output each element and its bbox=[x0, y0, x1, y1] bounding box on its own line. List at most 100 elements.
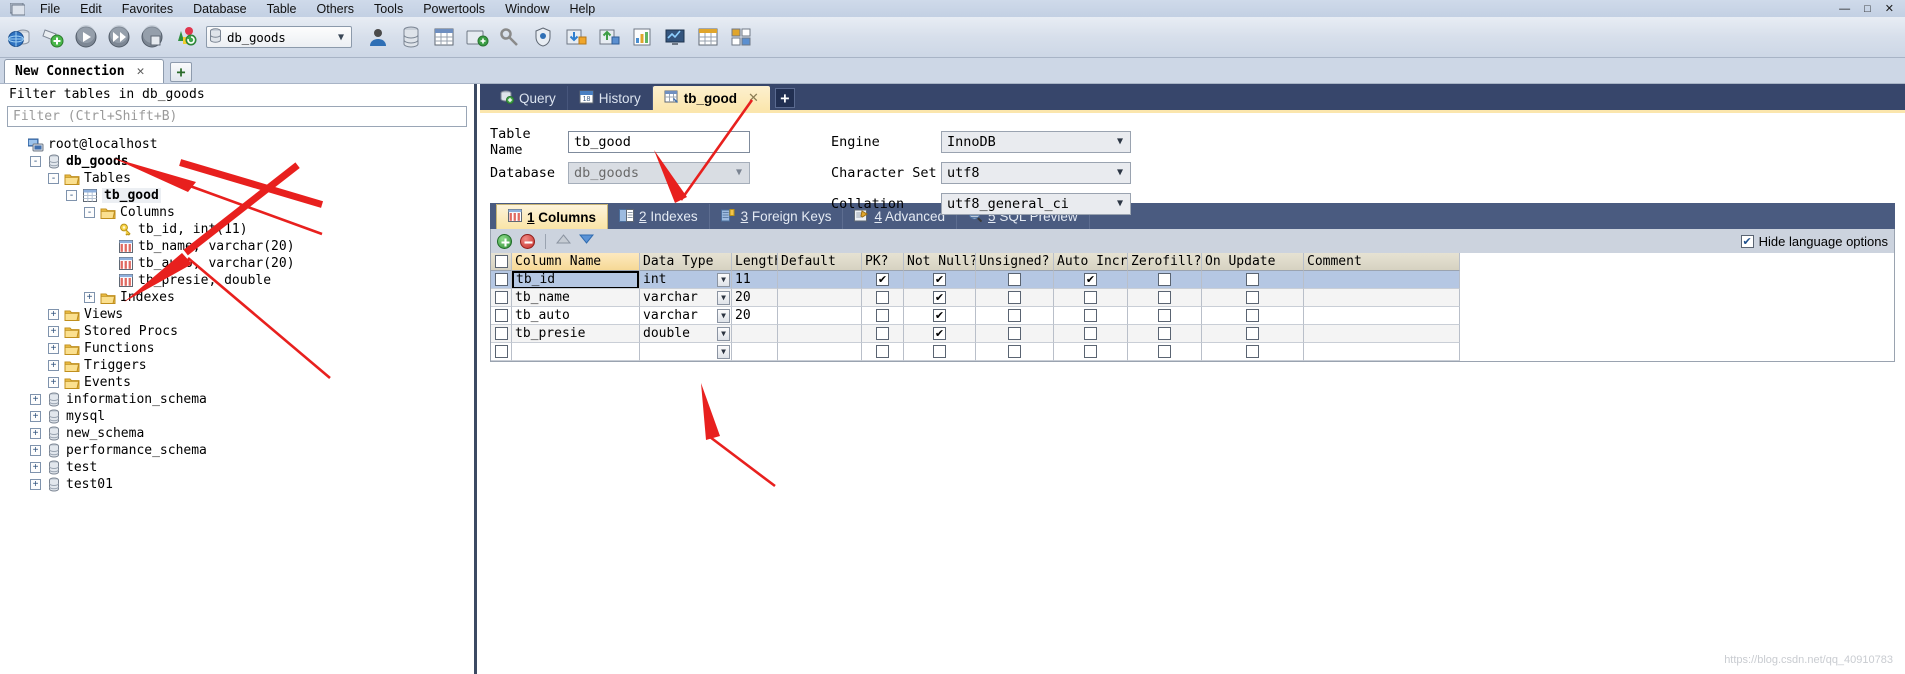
grid-cell-default[interactable] bbox=[778, 343, 862, 361]
grid-cell-data-type[interactable]: varchar ▼ bbox=[640, 289, 732, 307]
tree-expander[interactable]: + bbox=[48, 377, 59, 388]
export-icon[interactable] bbox=[593, 22, 624, 53]
row-checkbox[interactable] bbox=[494, 345, 508, 358]
grid-cell-checkbox[interactable] bbox=[1128, 271, 1202, 289]
grid-header-cell[interactable]: Default bbox=[778, 253, 862, 271]
database-select[interactable]: db_goods ▼ bbox=[568, 161, 750, 184]
grid-cell-column-name[interactable]: tb_name bbox=[512, 289, 640, 307]
tree-expander[interactable]: + bbox=[30, 445, 41, 456]
grid-cell-checkbox[interactable]: ✔ bbox=[904, 325, 976, 343]
row-checkbox[interactable] bbox=[1084, 345, 1097, 358]
tab-history[interactable]: 18 History bbox=[568, 86, 653, 110]
grid-header-cell[interactable]: On Update bbox=[1202, 253, 1304, 271]
menu-item-database[interactable]: Database bbox=[183, 1, 257, 17]
close-icon[interactable]: ✕ bbox=[137, 64, 145, 79]
refresh-objects-icon[interactable] bbox=[169, 22, 200, 53]
grid-cell-checkbox[interactable] bbox=[1128, 325, 1202, 343]
tree-expander[interactable]: + bbox=[30, 411, 41, 422]
grid-cell-checkbox[interactable] bbox=[1128, 307, 1202, 325]
chevron-down-icon[interactable]: ▼ bbox=[717, 272, 730, 287]
grid-cell-checkbox[interactable]: ✔ bbox=[904, 271, 976, 289]
tree-item[interactable]: - Tables bbox=[0, 170, 474, 187]
grid-row[interactable]: tb_presie double ▼ ✔ bbox=[491, 325, 1894, 343]
engine-select[interactable]: InnoDB ▼ bbox=[941, 130, 1131, 153]
grid-cell-checkbox[interactable] bbox=[904, 343, 976, 361]
grid-cell-comment[interactable] bbox=[1304, 325, 1460, 343]
tree-item[interactable]: + Views bbox=[0, 306, 474, 323]
grid-cell-data-type[interactable]: double ▼ bbox=[640, 325, 732, 343]
row-checkbox[interactable] bbox=[876, 309, 889, 322]
grid-cell-length[interactable]: 11 bbox=[732, 271, 778, 289]
row-checkbox[interactable] bbox=[1084, 291, 1097, 304]
row-checkbox[interactable] bbox=[494, 273, 508, 286]
row-checkbox[interactable] bbox=[933, 345, 946, 358]
tree-item[interactable]: + Functions bbox=[0, 340, 474, 357]
grid-row[interactable]: tb_id int ▼ 11 ✔ ✔ ✔ bbox=[491, 271, 1894, 289]
filter-input[interactable]: Filter (Ctrl+Shift+B) bbox=[7, 106, 467, 127]
grid-cell-checkbox[interactable] bbox=[1202, 343, 1304, 361]
grid-cell-length[interactable] bbox=[732, 325, 778, 343]
row-checkbox[interactable] bbox=[1158, 273, 1171, 286]
grid-cell-checkbox[interactable]: ✔ bbox=[904, 289, 976, 307]
grid-cell-comment[interactable] bbox=[1304, 307, 1460, 325]
stop-icon[interactable] bbox=[136, 22, 167, 53]
tree-expander[interactable]: - bbox=[66, 190, 77, 201]
tree-item[interactable]: + Triggers bbox=[0, 357, 474, 374]
tree-expander[interactable]: + bbox=[48, 343, 59, 354]
grid-cell-default[interactable] bbox=[778, 325, 862, 343]
tree-expander[interactable]: + bbox=[30, 394, 41, 405]
table-name-input[interactable]: tb_good bbox=[568, 130, 750, 153]
execute-icon[interactable] bbox=[70, 22, 101, 53]
grid-cell-checkbox[interactable] bbox=[1202, 271, 1304, 289]
menu-item-tools[interactable]: Tools bbox=[364, 1, 413, 17]
tree-item[interactable]: - tb_good bbox=[0, 187, 474, 204]
grid-cell-checkbox[interactable] bbox=[976, 325, 1054, 343]
tree-item[interactable]: root@localhost bbox=[0, 136, 474, 153]
tree-expander[interactable]: - bbox=[84, 207, 95, 218]
tree-expander[interactable]: + bbox=[30, 479, 41, 490]
grid-header-cell[interactable]: Not Null? bbox=[904, 253, 976, 271]
grid-view-icon[interactable] bbox=[692, 22, 723, 53]
grid-header-cell[interactable]: Column Name bbox=[512, 253, 640, 271]
grid-cell-column-name[interactable] bbox=[512, 343, 640, 361]
grid-header-cell[interactable]: Data Type bbox=[640, 253, 732, 271]
tree-expander[interactable]: + bbox=[48, 360, 59, 371]
row-checkbox[interactable]: ✔ bbox=[933, 309, 946, 322]
grid-cell-checkbox[interactable] bbox=[862, 289, 904, 307]
tree-item[interactable]: - Columns bbox=[0, 204, 474, 221]
grid-header-cell[interactable]: Auto Incr? bbox=[1054, 253, 1128, 271]
grid-cell-checkbox[interactable] bbox=[1202, 325, 1304, 343]
row-checkbox[interactable] bbox=[1158, 291, 1171, 304]
chevron-down-icon[interactable]: ▼ bbox=[717, 308, 730, 323]
grid-row[interactable]: tb_auto varchar ▼ 20 ✔ bbox=[491, 307, 1894, 325]
row-checkbox[interactable] bbox=[1008, 309, 1021, 322]
grid-cell-checkbox[interactable] bbox=[491, 307, 512, 325]
grid-cell-checkbox[interactable] bbox=[1202, 307, 1304, 325]
collation-select[interactable]: utf8_general_ci ▼ bbox=[941, 192, 1131, 215]
close-icon[interactable]: ✕ bbox=[748, 90, 759, 106]
grid-cell-data-type[interactable]: varchar ▼ bbox=[640, 307, 732, 325]
tree-item[interactable]: tb_auto, varchar(20) bbox=[0, 255, 474, 272]
tile-view-icon[interactable] bbox=[725, 22, 756, 53]
grid-header-cell[interactable]: Unsigned? bbox=[976, 253, 1054, 271]
grid-cell-column-name[interactable]: tb_auto bbox=[512, 307, 640, 325]
row-checkbox[interactable] bbox=[494, 327, 508, 340]
add-editor-tab-button[interactable]: + bbox=[774, 88, 795, 108]
grid-cell-checkbox[interactable] bbox=[976, 289, 1054, 307]
grid-cell-checkbox[interactable] bbox=[491, 343, 512, 361]
grid-cell-default[interactable] bbox=[778, 289, 862, 307]
row-checkbox[interactable] bbox=[1158, 309, 1171, 322]
row-checkbox[interactable] bbox=[1084, 327, 1097, 340]
tree-expander[interactable]: - bbox=[48, 173, 59, 184]
minimize-button[interactable]: — bbox=[1832, 2, 1857, 17]
tree-item[interactable]: + Stored Procs bbox=[0, 323, 474, 340]
grid-header-cell[interactable]: Zerofill? bbox=[1128, 253, 1202, 271]
row-checkbox[interactable] bbox=[876, 291, 889, 304]
tree-expander[interactable]: - bbox=[30, 156, 41, 167]
hide-language-options-checkbox[interactable]: ✔ bbox=[1740, 234, 1754, 248]
row-checkbox[interactable] bbox=[1246, 291, 1259, 304]
grid-cell-checkbox[interactable] bbox=[862, 307, 904, 325]
grid-cell-length[interactable]: 20 bbox=[732, 289, 778, 307]
row-checkbox[interactable]: ✔ bbox=[1084, 273, 1097, 286]
grid-cell-checkbox[interactable]: ✔ bbox=[904, 307, 976, 325]
